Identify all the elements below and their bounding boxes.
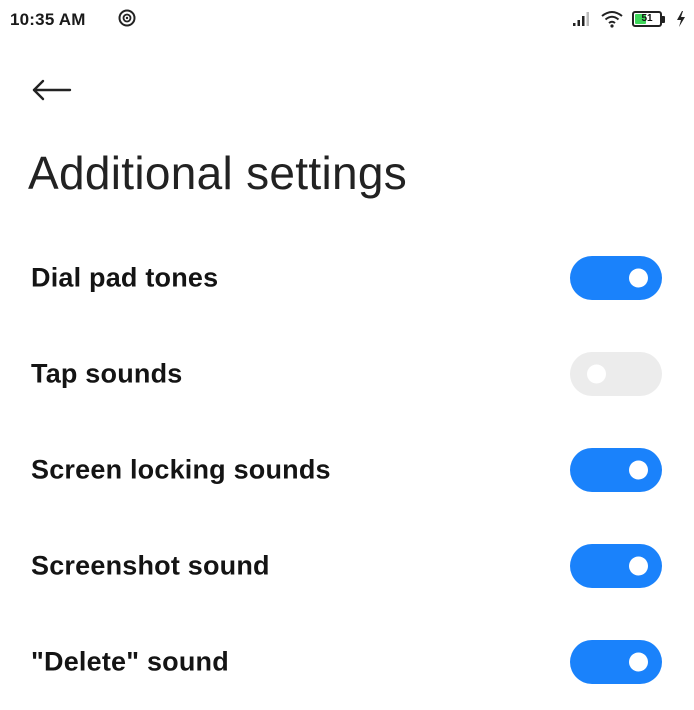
status-time: 10:35 AM — [10, 10, 86, 29]
page-title: Additional settings — [28, 147, 408, 199]
hotspot-icon — [118, 9, 136, 27]
dial-pad-tones-toggle[interactable] — [570, 256, 662, 300]
wifi-icon — [601, 11, 623, 28]
setting-dial-pad-tones[interactable]: Dial pad tones — [0, 230, 694, 326]
setting-label: Screenshot sound — [31, 550, 270, 581]
back-arrow-icon — [32, 79, 72, 101]
setting-label: Tap sounds — [31, 358, 183, 389]
setting-screen-locking-sounds[interactable]: Screen locking sounds — [0, 422, 694, 518]
battery-level: 51 — [641, 13, 653, 24]
screenshot-sound-toggle[interactable] — [570, 544, 662, 588]
setting-screenshot-sound[interactable]: Screenshot sound — [0, 518, 694, 614]
battery-icon: 51 — [632, 10, 668, 28]
setting-label: Screen locking sounds — [31, 454, 331, 485]
settings-list: Dial pad tones Tap sounds Screen locking… — [0, 230, 694, 710]
setting-label: Dial pad tones — [31, 262, 219, 293]
setting-label: "Delete" sound — [31, 646, 229, 677]
status-icons: 51 — [572, 8, 686, 30]
charging-bolt-icon — [677, 11, 685, 27]
delete-sound-toggle[interactable] — [570, 640, 662, 684]
signal-icon — [573, 12, 589, 26]
screen-locking-sounds-toggle[interactable] — [570, 448, 662, 492]
setting-tap-sounds[interactable]: Tap sounds — [0, 326, 694, 422]
back-button[interactable] — [30, 70, 78, 110]
setting-delete-sound[interactable]: "Delete" sound — [0, 614, 694, 710]
tap-sounds-toggle[interactable] — [570, 352, 662, 396]
status-bar: 10:35 AM 51 — [0, 0, 694, 40]
